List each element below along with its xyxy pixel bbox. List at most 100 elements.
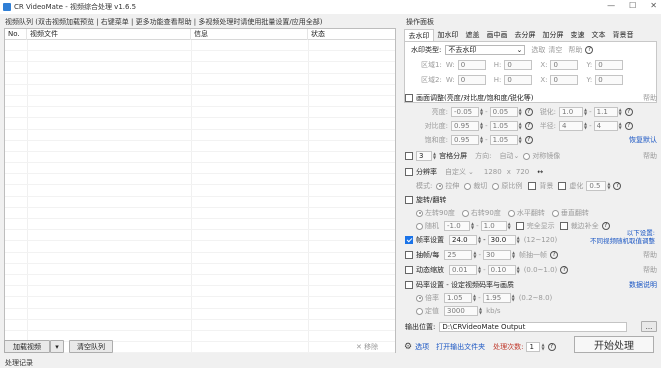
- spinner-icon[interactable]: ▲ ▼: [478, 266, 481, 274]
- start-button[interactable]: 开始处理: [574, 336, 654, 353]
- res-height[interactable]: 720: [516, 168, 529, 176]
- col-info[interactable]: 信息: [191, 28, 308, 40]
- select-area-link[interactable]: 选取: [531, 45, 545, 55]
- saturation-min[interactable]: 0.95: [451, 135, 479, 145]
- mirror-radio[interactable]: [523, 152, 531, 160]
- restore-default-link[interactable]: 恢复默认: [629, 135, 657, 145]
- resolution-checkbox[interactable]: [405, 168, 413, 176]
- sharpen-max[interactable]: 1.1: [593, 107, 618, 117]
- spinner-icon[interactable]: ▲ ▼: [519, 122, 522, 130]
- area2-y-input[interactable]: 0: [595, 75, 624, 85]
- spinner-icon[interactable]: ▲ ▼: [480, 108, 483, 116]
- ratio-radio[interactable]: [492, 182, 500, 190]
- fps-min[interactable]: 24.0: [449, 235, 477, 245]
- fixed-input[interactable]: 3000: [444, 306, 478, 316]
- spinner-icon[interactable]: ▲ ▼: [479, 307, 482, 315]
- sharpen-min[interactable]: 1.0: [559, 107, 584, 117]
- bg-checkbox[interactable]: [528, 182, 537, 190]
- crop-radio[interactable]: [464, 182, 472, 190]
- radius-min[interactable]: 4: [559, 121, 584, 131]
- multiplier-max[interactable]: 1.95: [482, 293, 511, 303]
- clear-queue-button[interactable]: 清空队列: [69, 340, 113, 353]
- res-width[interactable]: 1280: [484, 168, 502, 176]
- tab-bgm[interactable]: 背景音: [609, 29, 637, 41]
- color-adjust-help[interactable]: 帮助: [643, 93, 657, 103]
- help-icon[interactable]: ?: [613, 182, 622, 190]
- settings-link[interactable]: 选项: [415, 342, 429, 352]
- tab-speed[interactable]: 变速: [567, 29, 588, 41]
- zoom-max[interactable]: 0.10: [487, 265, 516, 275]
- spinner-icon[interactable]: ▲ ▼: [619, 122, 622, 130]
- blur-checkbox[interactable]: [558, 182, 567, 190]
- radius-max[interactable]: 4: [593, 121, 618, 131]
- area2-w-input[interactable]: 0: [457, 75, 486, 85]
- area1-y-input[interactable]: 0: [595, 60, 624, 70]
- area1-h-input[interactable]: 0: [504, 60, 533, 70]
- spinner-icon[interactable]: ▲ ▼: [478, 236, 481, 244]
- brightness-max[interactable]: 0.05: [489, 107, 518, 117]
- hflip-radio[interactable]: [507, 209, 515, 217]
- spinner-icon[interactable]: ▲ ▼: [584, 122, 587, 130]
- help-icon[interactable]: ?: [585, 46, 594, 54]
- col-no[interactable]: No.: [5, 28, 27, 40]
- spinner-icon[interactable]: ▲ ▼: [517, 266, 520, 274]
- spinner-icon[interactable]: ▲ ▼: [519, 108, 522, 116]
- spinner-icon[interactable]: ▲ ▼: [473, 294, 476, 302]
- spinner-icon[interactable]: ▲ ▼: [480, 122, 483, 130]
- spinner-icon[interactable]: ▲ ▼: [541, 343, 544, 351]
- clear-area-link[interactable]: 清空: [548, 45, 562, 55]
- extract-a[interactable]: 25: [444, 250, 473, 260]
- bitrate-checkbox[interactable]: [405, 281, 413, 289]
- color-adjust-checkbox[interactable]: [405, 94, 413, 102]
- spinner-icon[interactable]: ▲ ▼: [508, 222, 511, 230]
- help-icon[interactable]: ?: [547, 343, 556, 351]
- close-button[interactable]: ✕: [650, 1, 657, 10]
- video-table[interactable]: No. 视频文件 信息 状态: [4, 28, 396, 354]
- stretch-radio[interactable]: [436, 182, 444, 190]
- spinner-icon[interactable]: ▲ ▼: [473, 251, 476, 259]
- tab-pip[interactable]: 画中画: [483, 29, 511, 41]
- add-video-dropdown[interactable]: ▾: [50, 340, 64, 353]
- fps-checkbox[interactable]: [405, 236, 413, 244]
- resolution-preset[interactable]: 自定义: [445, 167, 466, 177]
- browse-button[interactable]: ...: [641, 321, 657, 332]
- fixed-radio[interactable]: [416, 307, 423, 315]
- help-icon[interactable]: ?: [601, 222, 610, 230]
- swap-icon[interactable]: ↔: [537, 168, 543, 176]
- full-show-checkbox[interactable]: [515, 222, 524, 230]
- blur-input[interactable]: 0.5: [586, 181, 607, 191]
- watermark-help-link[interactable]: 帮助: [568, 45, 582, 55]
- help-icon[interactable]: ?: [624, 122, 633, 130]
- random-radio[interactable]: [416, 222, 423, 230]
- random-min[interactable]: -1.0: [444, 221, 470, 231]
- direction-select[interactable]: 自动: [499, 151, 513, 161]
- zoom-min[interactable]: 0.01: [449, 265, 477, 275]
- help-icon[interactable]: ?: [560, 266, 569, 274]
- extract-checkbox[interactable]: [405, 251, 413, 259]
- fps-max[interactable]: 30.0: [487, 235, 516, 245]
- multiplier-radio[interactable]: [416, 294, 423, 302]
- tab-text[interactable]: 文本: [588, 29, 609, 41]
- spinner-icon[interactable]: ▲ ▼: [471, 222, 474, 230]
- help-icon[interactable]: ?: [624, 108, 633, 116]
- tab-add-watermark[interactable]: 加水印: [434, 29, 462, 41]
- brightness-min[interactable]: -0.05: [451, 107, 479, 117]
- help-icon[interactable]: ?: [524, 122, 533, 130]
- multiplier-min[interactable]: 1.05: [444, 293, 472, 303]
- chevron-down-icon[interactable]: ⌄: [513, 152, 519, 160]
- area1-x-input[interactable]: 0: [550, 60, 579, 70]
- tab-remove-watermark[interactable]: 去水印: [404, 29, 434, 41]
- col-status[interactable]: 状态: [308, 29, 395, 40]
- watermark-mode-select[interactable]: 不去水印 ⌄: [445, 45, 526, 55]
- remove-button[interactable]: ✕ 移除: [356, 342, 378, 352]
- spinner-icon[interactable]: ▲ ▼: [433, 152, 436, 160]
- help-icon[interactable]: ?: [524, 136, 533, 144]
- zoom-help[interactable]: 帮助: [643, 265, 657, 275]
- saturation-max[interactable]: 1.05: [489, 135, 518, 145]
- split-checkbox[interactable]: [405, 152, 413, 160]
- tab-remove-split[interactable]: 去分屏: [511, 29, 539, 41]
- col-file[interactable]: 视频文件: [27, 28, 191, 40]
- minimize-button[interactable]: —: [607, 1, 615, 10]
- open-output-link[interactable]: 打开输出文件夹: [436, 342, 485, 352]
- tab-add-split[interactable]: 加分屏: [539, 29, 567, 41]
